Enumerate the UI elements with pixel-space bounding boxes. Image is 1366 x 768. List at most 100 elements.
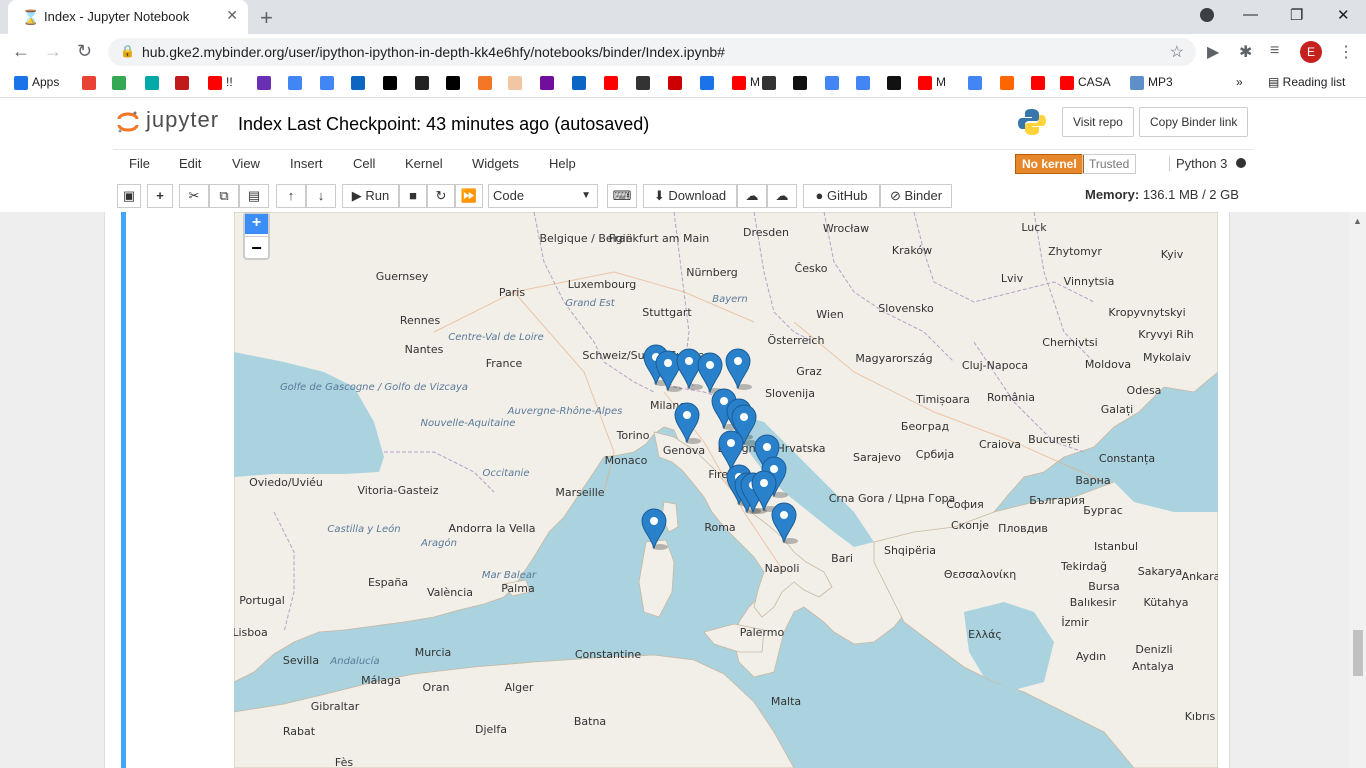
forward-icon[interactable]: → [44, 41, 62, 62]
reload-icon[interactable]: ↻ [77, 41, 92, 62]
bookmark-item[interactable] [540, 75, 558, 90]
bookmark-item[interactable] [508, 75, 526, 90]
github-button[interactable]: ● GitHub [803, 184, 880, 208]
move-up-icon[interactable]: ↑ [276, 184, 306, 208]
map-place-label: Chernivtsi [1042, 336, 1097, 349]
marker-dot [734, 357, 742, 365]
restart-run-all-icon[interactable]: ⏩ [455, 184, 483, 208]
bookmark-star-icon[interactable]: ☆ [1170, 42, 1184, 62]
page-scrollbar[interactable]: ▲ [1350, 212, 1366, 768]
bookmark-item[interactable] [257, 75, 275, 90]
cut-icon[interactable]: ✂ [179, 184, 209, 208]
browser-menu-icon[interactable]: ⋮ [1338, 42, 1354, 62]
reading-list[interactable]: ▤ Reading list [1268, 75, 1345, 89]
menu-insert[interactable]: Insert [290, 156, 323, 171]
profile-avatar[interactable]: E [1300, 41, 1322, 63]
bookmark-item[interactable] [825, 75, 843, 90]
bookmark-item[interactable] [446, 75, 464, 90]
insert-cell-icon[interactable]: + [147, 184, 173, 208]
media-play-icon[interactable]: ▶ [1207, 42, 1219, 62]
move-down-icon[interactable]: ↓ [306, 184, 336, 208]
trusted-badge[interactable]: Trusted [1082, 154, 1137, 174]
paste-icon[interactable]: ▤ [239, 184, 269, 208]
new-tab-icon[interactable]: + [260, 5, 273, 31]
notebook-title[interactable]: Index Last Checkpoint: 43 minutes ago (a… [238, 114, 649, 135]
cell-type-select[interactable]: Code ▼ [488, 184, 598, 208]
bookmark-item[interactable]: M [732, 75, 760, 90]
lock-icon[interactable]: 🔒 [120, 44, 135, 58]
more-bookmarks-icon[interactable]: » [1236, 75, 1243, 89]
copy-binder-link-button[interactable]: Copy Binder link [1139, 107, 1249, 137]
bookmark-item[interactable] [856, 75, 874, 90]
folium-map[interactable]: Belgique / België Frankfurt am Main Dresde… [234, 212, 1218, 768]
map-canvas[interactable]: Belgique / BelgiëFrankfurt am Main Dresde… [234, 212, 1218, 768]
zoom-in-button[interactable]: + [245, 214, 268, 234]
menu-help[interactable]: Help [549, 156, 576, 171]
bookmark-item[interactable] [383, 75, 401, 90]
bookmark-item[interactable]: M [918, 75, 946, 90]
bookmark-item[interactable] [415, 75, 433, 90]
menu-edit[interactable]: Edit [179, 156, 201, 171]
scroll-thumb[interactable] [1353, 630, 1363, 676]
bookmark-item[interactable]: !! [208, 75, 233, 90]
bookmark-item[interactable] [887, 75, 905, 90]
menu-kernel[interactable]: Kernel [405, 156, 443, 171]
bookmark-item[interactable] [82, 75, 100, 90]
bookmark-item[interactable] [320, 75, 338, 90]
scroll-up-icon[interactable]: ▲ [1353, 216, 1362, 226]
bookmark-item[interactable] [478, 75, 496, 90]
binder-button[interactable]: ⊘ Binder [880, 184, 952, 208]
bookmark-item[interactable] [351, 75, 369, 90]
bookmark-item[interactable] [288, 75, 306, 90]
bookmark-item[interactable] [145, 75, 163, 90]
jupyter-wordmark[interactable]: jupyter [146, 107, 219, 133]
bookmark-item[interactable]: MP3 [1130, 75, 1173, 90]
run-button[interactable]: ▶ Run [342, 184, 399, 208]
menu-file[interactable]: File [129, 156, 150, 171]
close-tab-icon[interactable]: ✕ [226, 7, 238, 24]
command-palette-icon[interactable]: ⌨ [607, 184, 637, 208]
menu-cell[interactable]: Cell [353, 156, 375, 171]
bookmark-item[interactable] [668, 75, 686, 90]
restart-icon[interactable]: ↻ [427, 184, 455, 208]
cloud-upload-icon[interactable]: ☁ [737, 184, 767, 208]
url-text[interactable]: hub.gke2.mybinder.org/user/ipython-ipyth… [142, 44, 725, 60]
menu-widgets[interactable]: Widgets [472, 156, 519, 171]
bookmark-item[interactable] [762, 75, 780, 90]
map-place-label: France [486, 357, 523, 370]
bookmark-item[interactable] [604, 75, 622, 90]
copy-icon[interactable]: ⧉ [209, 184, 239, 208]
back-icon[interactable]: ← [12, 41, 30, 62]
media-queue-icon[interactable]: ≡ [1270, 42, 1279, 60]
address-bar[interactable]: 🔒 hub.gke2.mybinder.org/user/ipython-ipy… [108, 38, 1196, 66]
bookmark-item[interactable] [175, 75, 193, 90]
visit-repo-button[interactable]: Visit repo [1062, 107, 1134, 137]
download-button[interactable]: ⬇ Download [643, 184, 737, 208]
bookmark-item[interactable] [1031, 75, 1049, 90]
interrupt-icon[interactable]: ■ [399, 184, 427, 208]
menu-view[interactable]: View [232, 156, 260, 171]
cloud-download-icon[interactable]: ☁ [767, 184, 797, 208]
bookmark-item[interactable] [572, 75, 590, 90]
bookmark-item[interactable] [1000, 75, 1018, 90]
jupyter-logo-icon[interactable] [116, 110, 140, 134]
bookmark-item[interactable] [112, 75, 130, 90]
maximize-icon[interactable]: ❐ [1290, 6, 1303, 24]
map-place-label: Auvergne-Rhône-Alpes [507, 405, 623, 417]
minimize-icon[interactable]: — [1243, 6, 1258, 23]
close-window-icon[interactable]: ✕ [1337, 6, 1350, 24]
bookmark-item[interactable] [700, 75, 718, 90]
bookmark-item[interactable] [968, 75, 986, 90]
bookmark-item[interactable]: Apps [14, 75, 59, 90]
extensions-icon[interactable]: ✱ [1239, 42, 1252, 62]
bookmark-favicon-icon [208, 75, 222, 90]
marker-dot [706, 361, 714, 369]
bookmark-item[interactable] [636, 75, 654, 90]
tab-search-icon[interactable] [1200, 8, 1214, 22]
kernel-status-badge[interactable]: No kernel [1015, 154, 1084, 174]
bookmark-item[interactable] [793, 75, 811, 90]
zoom-out-button[interactable]: − [245, 236, 268, 258]
bookmark-item[interactable]: CASA [1060, 75, 1111, 90]
browser-tab[interactable]: ⌛ Index - Jupyter Notebook ✕ [8, 0, 248, 34]
save-icon[interactable]: ▣ [117, 184, 141, 208]
